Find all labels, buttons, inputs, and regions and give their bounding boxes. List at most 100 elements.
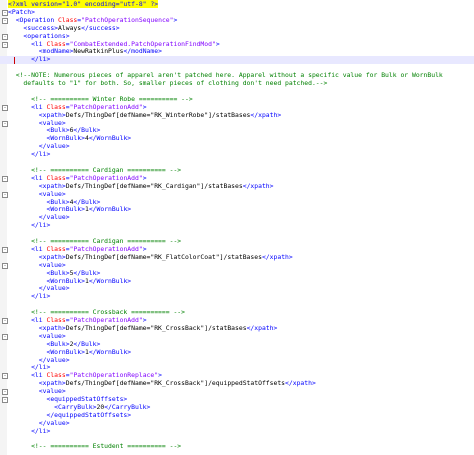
xml-tag: </li> — [8, 150, 51, 159]
xml-tag: </xpath> — [285, 379, 316, 388]
xml-attribute-value: "PatchOperationAdd" — [69, 102, 143, 111]
xml-tag: <Patch> — [8, 7, 35, 16]
xml-attribute: Class — [46, 173, 66, 182]
xml-tag: </value> — [8, 142, 70, 151]
code-line[interactable]: </value> — [0, 356, 474, 365]
code-line[interactable]: <success>Always</success> — [0, 23, 474, 33]
code-line[interactable]: </li> — [0, 292, 474, 301]
xml-attribute-value: "PatchOperationAdd" — [69, 316, 143, 324]
xml-tag: <equippedStatOffsets> — [8, 395, 128, 403]
xml-tag: <li — [8, 316, 47, 324]
xml-attribute-value: "PatchOperationAdd" — [69, 244, 143, 253]
xml-text: Defs/ThingDef[defName="RK_CrossBack"]/eq… — [65, 379, 286, 388]
xml-tag: </WornBulk> — [88, 134, 132, 143]
code-line[interactable]: <modName>NewRatkinPlus</modName> — [0, 47, 474, 56]
code-line[interactable]: <WornBulk>1</WornBulk> — [0, 276, 474, 286]
xml-declaration: <?xml version="1.0" encoding="utf-8" ?> — [8, 0, 159, 8]
code-line[interactable]: </li> — [0, 150, 474, 159]
code-line[interactable]: <xpath>Defs/ThingDef[defName="RK_CrossBa… — [0, 379, 474, 388]
xml-tag: <li — [8, 173, 47, 182]
xml-tag: </WornBulk> — [88, 276, 132, 285]
xml-comment: <!--NOTE: Numerous pieces of apparel are… — [8, 71, 443, 80]
xml-attribute: Class — [46, 102, 66, 111]
xml-text: Defs/ThingDef[defName="RK_Cardigan"]/sta… — [65, 181, 243, 190]
code-line[interactable]: <xpath>Defs/ThingDef[defName="RK_FlatCol… — [0, 252, 474, 262]
code-line[interactable]: <WornBulk>4</WornBulk> — [0, 134, 474, 143]
xml-tag: </Bulk> — [73, 197, 101, 206]
xml-tag: <li — [8, 102, 47, 111]
xml-tag: <WornBulk> — [8, 134, 85, 143]
xml-tag: </value> — [8, 418, 70, 427]
code-line[interactable]: </value> — [0, 418, 474, 428]
code-text: </li> — [8, 292, 51, 301]
xml-tag: <xpath> — [8, 323, 66, 332]
xml-attribute: Class — [46, 244, 66, 253]
xml-comment: <!-- ========== Cardigan ========== --> — [8, 237, 182, 245]
xml-tag: </success> — [81, 23, 120, 32]
xml-tag: </value> — [8, 213, 70, 222]
xml-text: Defs/ThingDef[defName="RK_FlatColorCoat"… — [65, 252, 262, 261]
code-line[interactable]: </li> — [0, 221, 474, 230]
xml-tag: <Bulk> — [8, 126, 70, 135]
code-line[interactable]: </value> — [0, 142, 474, 151]
code-line[interactable]: <WornBulk>1</WornBulk> — [0, 205, 474, 214]
xml-tag: <operations> — [8, 31, 70, 40]
code-text: </li> — [8, 426, 51, 436]
xml-comment: <!-- ========== Winter Robe ========== -… — [8, 94, 193, 103]
code-line[interactable]: </li> — [0, 426, 474, 436]
xml-tag: <xpath> — [8, 181, 66, 190]
xml-tag: > — [215, 39, 220, 48]
xml-tag: <value> — [8, 260, 66, 269]
code-line[interactable]: <xpath>Defs/ThingDef[defName="RK_WinterR… — [0, 111, 474, 120]
code-line[interactable]: </value> — [0, 213, 474, 222]
xml-tag: <xpath> — [8, 379, 66, 388]
code-line[interactable]: </value> — [0, 284, 474, 293]
xml-attribute: Class — [46, 371, 66, 380]
code-line[interactable]: defaults to "1" for both. So, smaller pi… — [0, 79, 474, 88]
xml-tag: </li> — [8, 55, 51, 64]
xml-tag: <value> — [8, 331, 66, 340]
xml-tag: <value> — [8, 118, 66, 127]
xml-tag: > — [142, 173, 147, 182]
xml-tag: </WornBulk> — [88, 205, 132, 214]
xml-tag: </li> — [8, 363, 51, 372]
xml-tag: > — [158, 371, 162, 380]
xml-tag: <li — [8, 39, 47, 48]
xml-tag: > — [142, 316, 147, 324]
xml-attribute: Class — [46, 316, 66, 324]
code-text: </li> — [8, 55, 51, 64]
xml-attribute: Class — [46, 39, 66, 48]
xml-tag: <WornBulk> — [8, 205, 85, 214]
xml-tag: > — [142, 102, 147, 111]
xml-tag: > — [173, 15, 178, 24]
xml-tag: <Bulk> — [8, 197, 70, 206]
code-text: <!-- ========== Estudent ========== --> — [8, 442, 181, 451]
xml-comment: <!-- ========== Cardigan ========== --> — [8, 165, 182, 174]
xml-tag: </li> — [8, 292, 51, 301]
code-line[interactable]: </equippedStatOffsets> — [0, 411, 474, 420]
xml-tag: </xpath> — [261, 252, 293, 261]
xml-tag: <success> — [8, 23, 59, 32]
xml-text: NewRatkinPlus — [73, 47, 124, 56]
xml-tag: <WornBulk> — [8, 347, 85, 356]
xml-tag: <Bulk> — [8, 339, 70, 348]
xml-tag: <li — [8, 371, 47, 380]
code-line[interactable]: </li> — [0, 55, 474, 65]
xml-comment: defaults to "1" for both. So, smaller pi… — [8, 79, 328, 87]
xml-tag: </CarryBulk> — [104, 402, 151, 411]
xml-tag: </Bulk> — [73, 339, 101, 348]
code-line[interactable]: <?xml version="1.0" encoding="utf-8" ?> — [0, 0, 474, 9]
xml-attribute-value: "PatchOperationReplace" — [69, 371, 159, 380]
xml-tag: </Bulk> — [73, 126, 101, 135]
xml-tag: <li — [8, 244, 47, 253]
xml-tag: > — [142, 244, 147, 253]
xml-attribute-value: "CombatExtended.PatchOperationFindMod" — [69, 39, 216, 48]
code-editor[interactable]: <?xml version="1.0" encoding="utf-8" ?> -… — [0, 0, 474, 455]
code-line[interactable]: <!-- ========== Estudent ========== --> — [0, 442, 474, 451]
xml-tag: <Bulk> — [8, 268, 70, 277]
xml-tag: <Operation — [8, 15, 59, 24]
code-line[interactable]: <xpath>Defs/ThingDef[defName="RK_Cardiga… — [0, 181, 474, 191]
code-line[interactable]: <WornBulk>1</WornBulk> — [0, 347, 474, 357]
xml-tag: </li> — [8, 426, 51, 435]
code-line[interactable]: <xpath>Defs/ThingDef[defName="RK_CrossBa… — [0, 323, 474, 333]
